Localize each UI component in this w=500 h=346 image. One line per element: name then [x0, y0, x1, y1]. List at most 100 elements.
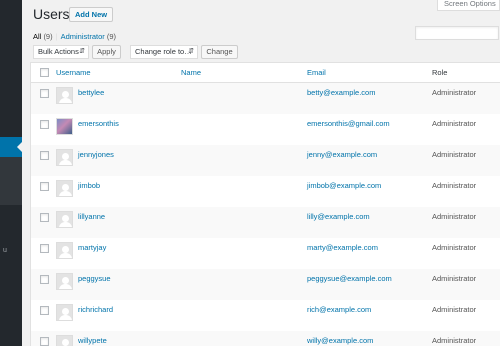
- column-name[interactable]: Name: [181, 68, 201, 77]
- bulk-actions-select[interactable]: Bulk Actions ⇵: [33, 45, 89, 59]
- filter-all-label: All: [33, 32, 42, 41]
- avatar: [56, 242, 73, 259]
- row-checkbox[interactable]: [40, 244, 49, 253]
- change-button[interactable]: Change: [201, 45, 238, 59]
- filter-separator: |: [55, 32, 58, 41]
- avatar: [56, 273, 73, 290]
- avatar: [56, 180, 73, 197]
- row-checkbox[interactable]: [40, 306, 49, 315]
- email-link[interactable]: jenny@example.com: [307, 150, 377, 159]
- sidebar-submenu[interactable]: [0, 157, 22, 205]
- filter-administrator-count: (9): [106, 32, 117, 41]
- avatar-head-shape: [62, 246, 69, 253]
- table-row: jimbob jimbob@example.com Administrator: [31, 176, 500, 207]
- avatar-head-shape: [62, 308, 69, 315]
- avatar-head-shape: [62, 184, 69, 191]
- avatar-body-shape: [59, 98, 72, 103]
- select-all-checkbox[interactable]: [40, 68, 49, 77]
- avatar-head-shape: [62, 277, 69, 284]
- bulk-actions-value: Bulk Actions: [38, 47, 79, 56]
- admin-sidebar: u: [0, 0, 22, 346]
- email-link[interactable]: emersonthis@gmail.com: [307, 119, 390, 128]
- change-role-select[interactable]: Change role to… ⇵: [130, 45, 198, 59]
- email-link[interactable]: willy@example.com: [307, 336, 373, 345]
- avatar-head-shape: [62, 215, 69, 222]
- row-checkbox[interactable]: [40, 120, 49, 129]
- role-text: Administrator: [432, 274, 477, 283]
- email-link[interactable]: peggysue@example.com: [307, 274, 392, 283]
- username-link[interactable]: martyjay: [78, 243, 106, 252]
- avatar: [56, 304, 73, 321]
- avatar: [56, 149, 73, 166]
- email-link[interactable]: jimbob@example.com: [307, 181, 381, 190]
- table-row: peggysue peggysue@example.com Administrato…: [31, 269, 500, 300]
- role-text: Administrator: [432, 88, 477, 97]
- avatar-head-shape: [62, 91, 69, 98]
- row-checkbox[interactable]: [40, 89, 49, 98]
- change-role-value: Change role to…: [135, 47, 192, 56]
- filter-administrator-link[interactable]: Administrator (9): [61, 32, 116, 41]
- email-link[interactable]: rich@example.com: [307, 305, 371, 314]
- table-row: bettylee betty@example.com Administrator: [31, 83, 500, 114]
- avatar-head-shape: [62, 153, 69, 160]
- role-text: Administrator: [432, 336, 477, 345]
- select-arrows-icon: ⇵: [188, 48, 194, 55]
- row-checkbox[interactable]: [40, 151, 49, 160]
- table-row: emersonthis emersonthis@gmail.com Administ…: [31, 114, 500, 145]
- row-checkbox[interactable]: [40, 182, 49, 191]
- table-row: richrichard rich@example.com Administrator: [31, 300, 500, 331]
- avatar: [56, 335, 73, 346]
- username-link[interactable]: jennyjones: [78, 150, 114, 159]
- table-body: bettylee betty@example.com Administrator em…: [31, 83, 500, 346]
- avatar-body-shape: [59, 315, 72, 320]
- filter-all-count: (9): [43, 32, 53, 41]
- users-table: Username Name Email Role bettylee betty@e…: [30, 62, 500, 346]
- row-checkbox[interactable]: [40, 213, 49, 222]
- filter-administrator-label: Administrator: [60, 32, 105, 41]
- role-text: Administrator: [432, 243, 477, 252]
- table-row: jennyjones jenny@example.com Administrator: [31, 145, 500, 176]
- search-users-input[interactable]: [415, 26, 499, 40]
- role-text: Administrator: [432, 150, 477, 159]
- email-link[interactable]: marty@example.com: [307, 243, 378, 252]
- avatar-body-shape: [59, 191, 72, 196]
- apply-button[interactable]: Apply: [92, 45, 121, 59]
- row-checkbox[interactable]: [40, 275, 49, 284]
- role-text: Administrator: [432, 119, 477, 128]
- avatar: [56, 118, 73, 135]
- table-header: Username Name Email Role: [31, 63, 500, 83]
- username-link[interactable]: jimbob: [78, 181, 100, 190]
- avatar: [56, 211, 73, 228]
- column-role: Role: [432, 68, 448, 77]
- add-new-button[interactable]: Add New: [69, 7, 114, 22]
- username-link[interactable]: willypete: [78, 336, 107, 345]
- filter-all-link[interactable]: All (9): [33, 32, 53, 41]
- row-checkbox[interactable]: [40, 337, 49, 346]
- active-menu-arrow-icon: [17, 142, 22, 152]
- role-text: Administrator: [432, 181, 477, 190]
- select-arrows-icon: ⇵: [79, 48, 85, 55]
- email-link[interactable]: lilly@example.com: [307, 212, 370, 221]
- avatar-head-shape: [62, 339, 69, 346]
- avatar-body-shape: [59, 253, 72, 258]
- email-link[interactable]: betty@example.com: [307, 88, 375, 97]
- username-link[interactable]: peggysue: [78, 274, 111, 283]
- column-email[interactable]: Email: [307, 68, 326, 77]
- table-row: lillyanne lilly@example.com Administrator: [31, 207, 500, 238]
- page-title: Users: [33, 6, 70, 22]
- username-link[interactable]: lillyanne: [78, 212, 105, 221]
- sidebar-glyph: u: [3, 247, 7, 254]
- user-role-filters: All (9) | Administrator (9): [33, 32, 116, 41]
- screen-options-tab[interactable]: Screen Options: [437, 0, 500, 11]
- username-link[interactable]: bettylee: [78, 88, 104, 97]
- avatar-body-shape: [59, 222, 72, 227]
- avatar-body-shape: [59, 160, 72, 165]
- table-row: martyjay marty@example.com Administrator: [31, 238, 500, 269]
- table-row: willypete willy@example.com Administrator: [31, 331, 500, 346]
- username-link[interactable]: emersonthis: [78, 119, 119, 128]
- avatar-body-shape: [59, 284, 72, 289]
- username-link[interactable]: richrichard: [78, 305, 113, 314]
- role-text: Administrator: [432, 212, 477, 221]
- avatar: [56, 87, 73, 104]
- column-username[interactable]: Username: [56, 68, 91, 77]
